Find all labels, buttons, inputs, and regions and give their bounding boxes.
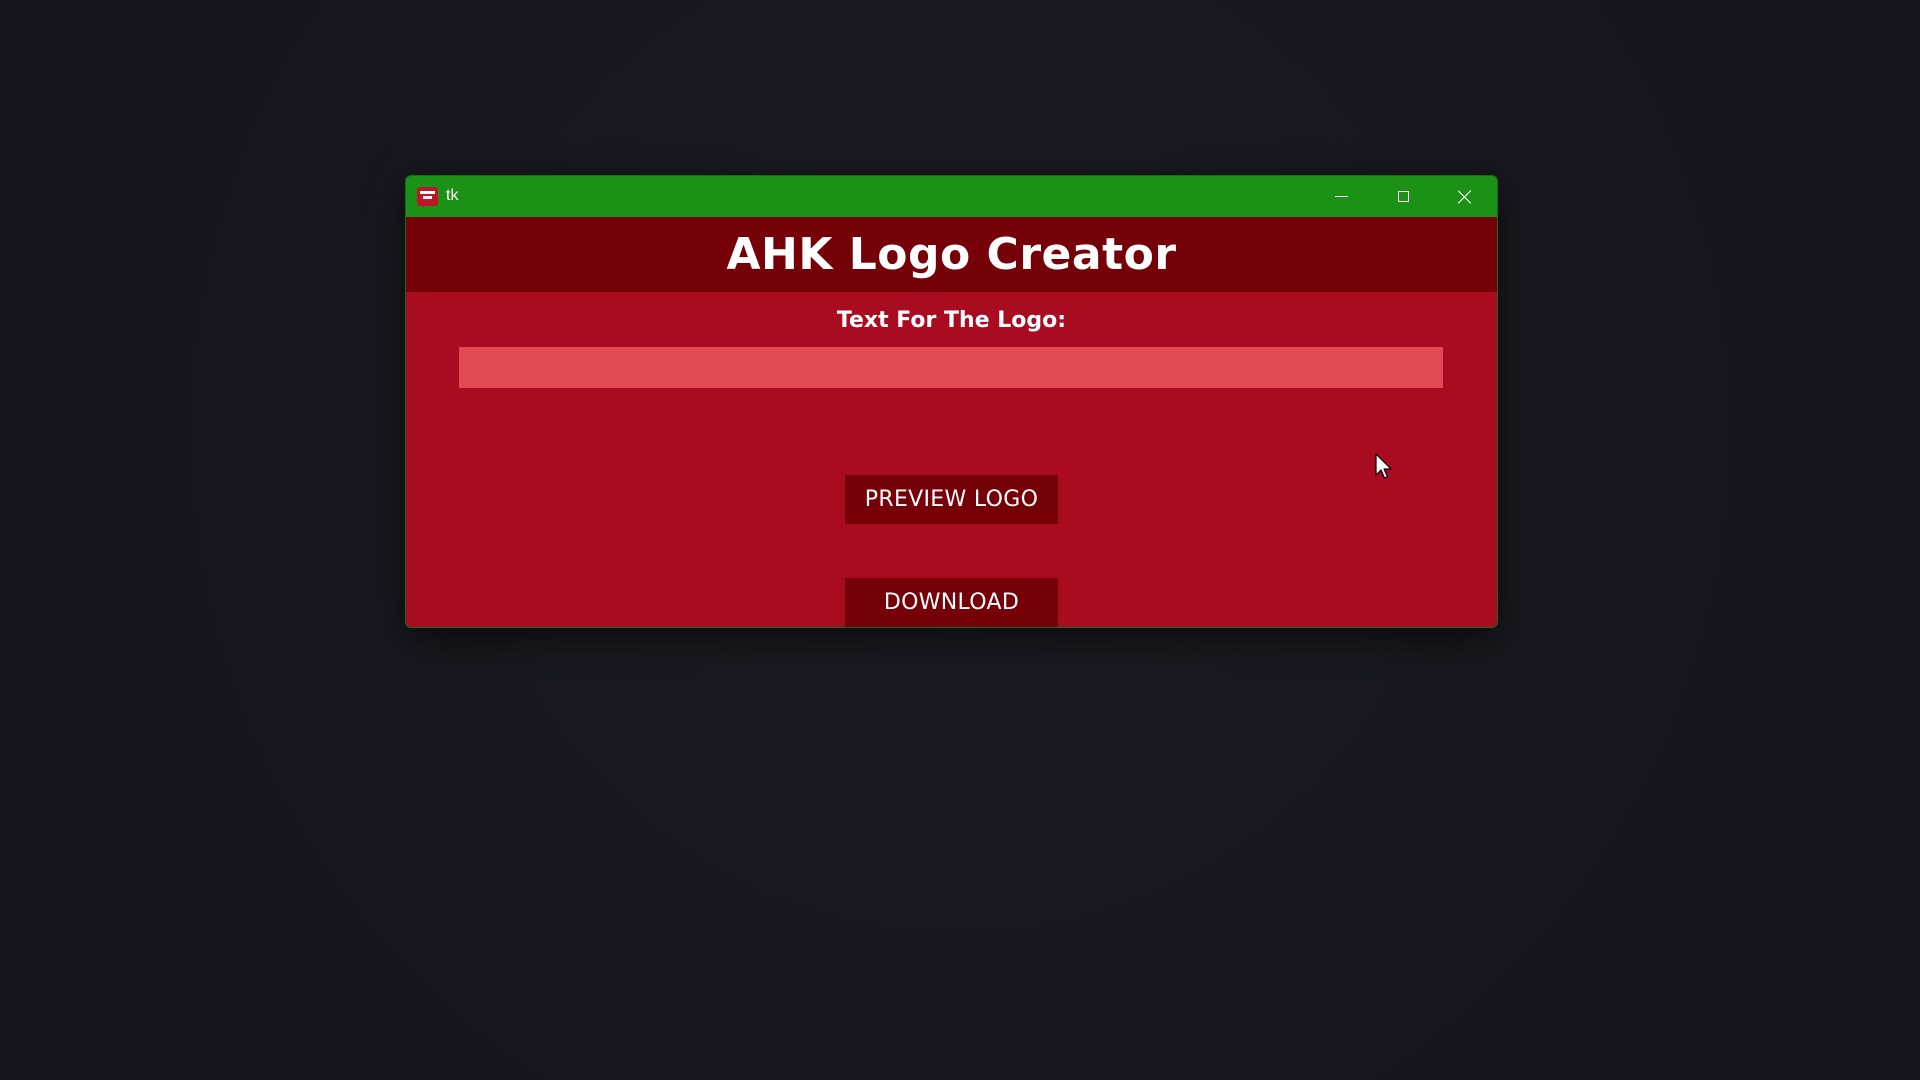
- preview-logo-button[interactable]: PREVIEW LOGO: [845, 475, 1058, 524]
- maximize-icon: [1397, 191, 1409, 202]
- title-bar[interactable]: tk: [406, 176, 1497, 217]
- logo-text-input[interactable]: [459, 347, 1443, 388]
- app-heading: AHK Logo Creator: [726, 229, 1177, 280]
- close-button[interactable]: [1434, 176, 1496, 217]
- minimize-button[interactable]: [1310, 176, 1372, 217]
- maximize-button[interactable]: [1372, 176, 1434, 217]
- desktop-background: tk AHK Logo Creator Text For The Logo: P…: [0, 0, 1920, 1080]
- header-band: AHK Logo Creator: [406, 217, 1497, 292]
- form-area: Text For The Logo:: [406, 292, 1497, 627]
- logo-text-label: Text For The Logo:: [836, 308, 1067, 333]
- app-icon: [417, 187, 438, 206]
- minimize-icon: [1334, 196, 1348, 197]
- mouse-cursor-icon: [1375, 453, 1392, 479]
- close-icon: [1458, 190, 1472, 204]
- app-window: tk AHK Logo Creator Text For The Logo: P…: [405, 175, 1498, 628]
- window-title: tk: [446, 187, 459, 204]
- download-button[interactable]: DOWNLOAD: [845, 578, 1058, 627]
